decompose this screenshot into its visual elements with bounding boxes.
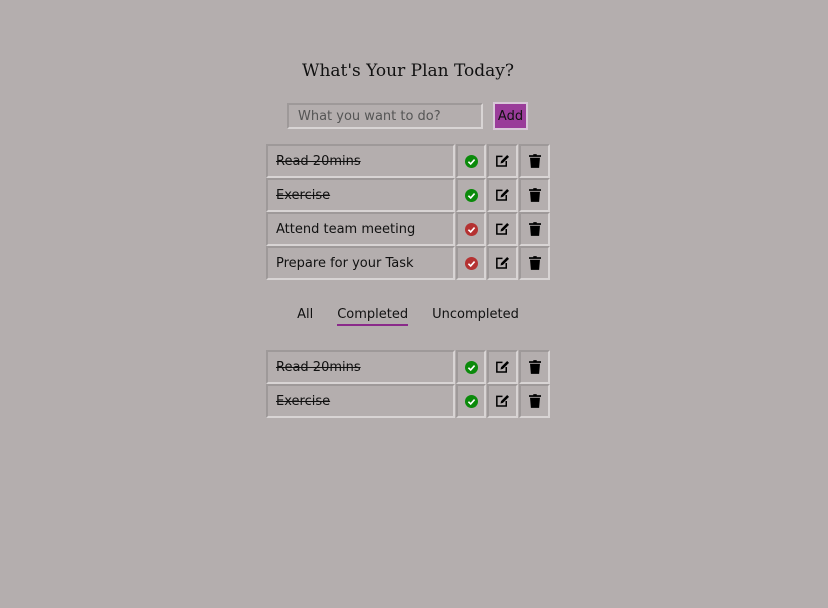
trash-icon bbox=[528, 188, 541, 202]
task-row: Exercise bbox=[266, 384, 551, 418]
delete-button[interactable] bbox=[519, 178, 551, 212]
complete-button[interactable] bbox=[455, 178, 487, 212]
task-input[interactable] bbox=[287, 103, 483, 129]
check-circle-red-icon bbox=[464, 256, 478, 270]
trash-icon bbox=[528, 222, 541, 236]
delete-button[interactable] bbox=[519, 212, 551, 246]
edit-button[interactable] bbox=[487, 246, 519, 280]
filter-all[interactable]: All bbox=[297, 306, 313, 326]
task-text: Exercise bbox=[266, 384, 455, 418]
task-text: Read 20mins bbox=[266, 350, 455, 384]
complete-button[interactable] bbox=[455, 384, 487, 418]
check-circle-green-icon bbox=[464, 394, 478, 408]
add-task-form: Add bbox=[287, 102, 528, 130]
check-circle-red-icon bbox=[464, 222, 478, 236]
edit-icon bbox=[496, 361, 510, 373]
task-text: Read 20mins bbox=[266, 144, 455, 178]
edit-icon bbox=[496, 189, 510, 201]
trash-icon bbox=[528, 394, 541, 408]
trash-icon bbox=[528, 154, 541, 168]
filter-uncompleted[interactable]: Uncompleted bbox=[432, 306, 519, 326]
task-text: Prepare for your Task bbox=[266, 246, 455, 280]
edit-button[interactable] bbox=[487, 178, 519, 212]
delete-button[interactable] bbox=[519, 144, 551, 178]
edit-icon bbox=[496, 257, 510, 269]
check-circle-green-icon bbox=[464, 360, 478, 374]
trash-icon bbox=[528, 360, 541, 374]
check-circle-green-icon bbox=[464, 188, 478, 202]
delete-button[interactable] bbox=[519, 350, 551, 384]
task-row: Attend team meeting bbox=[266, 212, 551, 246]
page-title: What's Your Plan Today? bbox=[301, 61, 514, 81]
complete-button[interactable] bbox=[455, 246, 487, 280]
complete-button[interactable] bbox=[455, 144, 487, 178]
task-row: Read 20mins bbox=[266, 144, 551, 178]
filter-completed[interactable]: Completed bbox=[337, 306, 409, 326]
filter-tabs: All Completed Uncompleted bbox=[0, 306, 816, 326]
edit-button[interactable] bbox=[487, 212, 519, 246]
complete-button[interactable] bbox=[455, 212, 487, 246]
trash-icon bbox=[528, 256, 541, 270]
complete-button[interactable] bbox=[455, 350, 487, 384]
add-button[interactable]: Add bbox=[493, 102, 528, 130]
delete-button[interactable] bbox=[519, 384, 551, 418]
edit-icon bbox=[496, 223, 510, 235]
task-row: Prepare for your Task bbox=[266, 246, 551, 280]
filtered-task-list: Read 20mins Exercise bbox=[266, 350, 551, 418]
edit-icon bbox=[496, 155, 510, 167]
todo-app: What's Your Plan Today? Add Read 20mins … bbox=[0, 0, 828, 608]
check-circle-green-icon bbox=[464, 154, 478, 168]
edit-button[interactable] bbox=[487, 384, 519, 418]
edit-icon bbox=[496, 395, 510, 407]
task-text: Attend team meeting bbox=[266, 212, 455, 246]
task-list: Read 20mins Exercise Attend team meeting… bbox=[266, 144, 551, 280]
edit-button[interactable] bbox=[487, 144, 519, 178]
delete-button[interactable] bbox=[519, 246, 551, 280]
task-row: Exercise bbox=[266, 178, 551, 212]
edit-button[interactable] bbox=[487, 350, 519, 384]
task-row: Read 20mins bbox=[266, 350, 551, 384]
task-text: Exercise bbox=[266, 178, 455, 212]
